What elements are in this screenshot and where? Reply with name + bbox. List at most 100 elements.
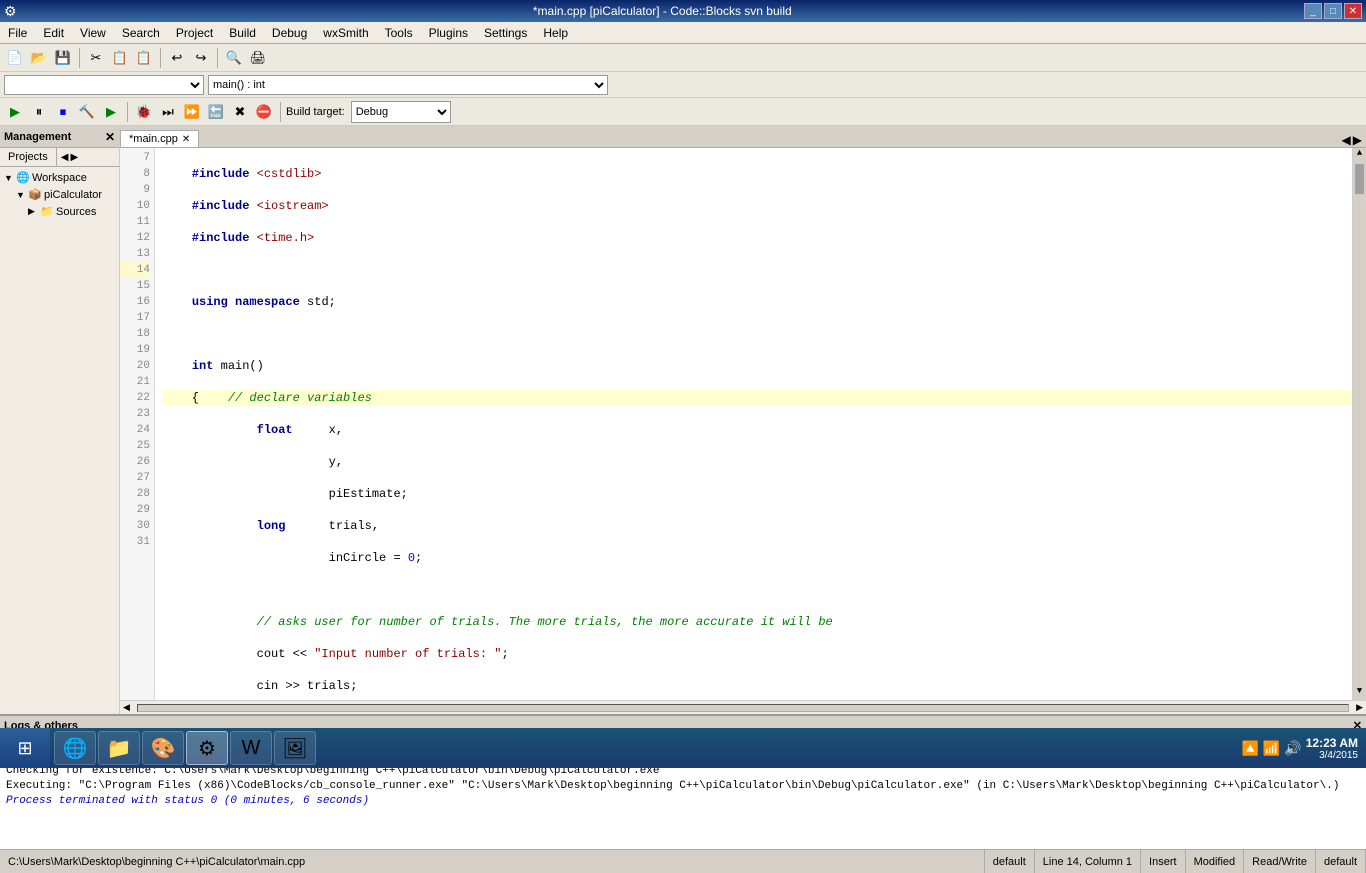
build-target-select[interactable]: Debug xyxy=(351,101,451,123)
scroll-thumb[interactable] xyxy=(1355,164,1364,194)
tab-close-maincpp[interactable]: ✕ xyxy=(182,134,190,145)
editor-tab-maincpp[interactable]: *main.cpp ✕ xyxy=(120,130,199,147)
sep2 xyxy=(160,48,161,68)
taskbar: ⊞ 🌐 📁 🎨 ⚙ W 🖼 🔼 📶 🔊 12:23 AM 3/4/2015 xyxy=(0,728,1366,768)
taskbar-codeblocks[interactable]: ⚙ xyxy=(186,731,228,765)
menu-edit[interactable]: Edit xyxy=(35,24,72,42)
linenum-21: 21 xyxy=(120,374,150,390)
tab-right-arrow[interactable]: ▶ xyxy=(1353,133,1362,147)
start-icon: ⊞ xyxy=(17,738,32,759)
scopebar: main() : int xyxy=(0,72,1366,98)
menu-search[interactable]: Search xyxy=(114,24,168,42)
code-line-15: float x, xyxy=(163,422,1352,438)
tree-expand-workspace: ▼ xyxy=(4,173,16,183)
status-state: Modified xyxy=(1186,850,1245,873)
tab-next-arrow[interactable]: ▶ xyxy=(70,152,78,163)
status-mode: Insert xyxy=(1141,850,1186,873)
sources-icon: 📁 xyxy=(40,205,54,218)
build-button[interactable]: 🔨 xyxy=(76,101,98,123)
scope-left-select[interactable] xyxy=(4,75,204,95)
build-stop-button[interactable]: ⏹ xyxy=(52,101,74,123)
menu-build[interactable]: Build xyxy=(221,24,264,42)
workspace-icon: 🌐 xyxy=(16,171,30,184)
open-button[interactable]: 📂 xyxy=(28,47,50,69)
code-content[interactable]: #include <cstdlib> #include <iostream> #… xyxy=(155,148,1352,700)
code-line-22: cout << "Input number of trials: "; xyxy=(163,646,1352,662)
menu-wxsmith[interactable]: wxSmith xyxy=(315,24,376,42)
hscroll-right-arrow[interactable]: ▶ xyxy=(1353,702,1366,713)
debug-next-button[interactable]: ⏩ xyxy=(181,101,203,123)
scroll-up-arrow[interactable]: ▲ xyxy=(1353,148,1366,162)
clock[interactable]: 12:23 AM 3/4/2015 xyxy=(1306,736,1358,761)
tree-picalculator[interactable]: ▼ 📦 piCalculator xyxy=(0,186,119,203)
save-button[interactable]: 💾 xyxy=(52,47,74,69)
find-button[interactable]: 🔍 xyxy=(223,47,245,69)
debug-finish-button[interactable]: 🔚 xyxy=(205,101,227,123)
tree-workspace-label: Workspace xyxy=(32,172,87,184)
linenum-23: 23 xyxy=(120,406,150,422)
redo-button[interactable]: ↪ xyxy=(190,47,212,69)
vertical-scrollbar[interactable]: ▲ ▼ xyxy=(1352,148,1366,700)
debug-break-button[interactable]: ⛔ xyxy=(253,101,275,123)
tree-sources[interactable]: ▶ 📁 Sources xyxy=(0,203,119,220)
tab-projects[interactable]: Projects xyxy=(0,148,57,166)
taskbar-explorer[interactable]: 📁 xyxy=(98,731,140,765)
undo-button[interactable]: ↩ xyxy=(166,47,188,69)
scroll-track[interactable] xyxy=(1353,162,1366,686)
scroll-down-arrow[interactable]: ▼ xyxy=(1353,686,1366,700)
menu-tools[interactable]: Tools xyxy=(377,24,421,42)
tab-prev-arrow[interactable]: ◀ xyxy=(61,152,69,163)
hscroll-left-arrow[interactable]: ◀ xyxy=(120,702,133,713)
copy-button[interactable]: 📋 xyxy=(109,47,131,69)
taskbar-browser[interactable]: 🌐 xyxy=(54,731,96,765)
menu-view[interactable]: View xyxy=(72,24,114,42)
close-button[interactable]: ✕ xyxy=(1344,3,1362,19)
wifi-icon[interactable]: 📶 xyxy=(1263,740,1280,757)
menubar: File Edit View Search Project Build Debu… xyxy=(0,22,1366,44)
picalc-icon: 📦 xyxy=(28,188,42,201)
taskbar-photos[interactable]: 🖼 xyxy=(274,731,316,765)
debug-stop-button[interactable]: ✖ xyxy=(229,101,251,123)
code-line-12 xyxy=(163,326,1352,342)
start-button[interactable]: ⊞ xyxy=(0,728,50,768)
linenum-24: 24 xyxy=(120,422,150,438)
hscroll-track[interactable] xyxy=(137,704,1349,712)
paste-button[interactable]: 📋 xyxy=(133,47,155,69)
debug-step-button[interactable]: ⏭ xyxy=(157,101,179,123)
menu-file[interactable]: File xyxy=(0,24,35,42)
menu-settings[interactable]: Settings xyxy=(476,24,535,42)
editor-tab-bar: *main.cpp ✕ ◀ ▶ xyxy=(120,126,1366,148)
horizontal-scrollbar[interactable]: ◀ ▶ xyxy=(120,700,1366,714)
run-button[interactable]: ▶ xyxy=(100,101,122,123)
menu-debug[interactable]: Debug xyxy=(264,24,315,42)
maximize-button[interactable]: □ xyxy=(1324,3,1342,19)
tree-workspace[interactable]: ▼ 🌐 Workspace xyxy=(0,169,119,186)
debug-button[interactable]: 🐞 xyxy=(133,101,155,123)
minimize-button[interactable]: _ xyxy=(1304,3,1322,19)
taskbar-word[interactable]: W xyxy=(230,731,272,765)
code-line-11: using namespace std; xyxy=(163,294,1352,310)
scope-right-select[interactable]: main() : int xyxy=(208,75,608,95)
new-button[interactable]: 📄 xyxy=(4,47,26,69)
code-editor[interactable]: 7 8 9 10 11 12 13 14 15 16 17 18 19 20 2… xyxy=(120,148,1366,700)
taskbar-paint[interactable]: 🎨 xyxy=(142,731,184,765)
management-close-button[interactable]: ✕ xyxy=(105,130,115,144)
log-content: Checking for existence: C:\Users\Mark\De… xyxy=(0,760,1366,849)
menu-help[interactable]: Help xyxy=(535,24,576,42)
linenum-19: 19 xyxy=(120,342,150,358)
build-pause-button[interactable]: ⏸ xyxy=(28,101,50,123)
menu-plugins[interactable]: Plugins xyxy=(421,24,476,42)
volume-icon[interactable]: 🔊 xyxy=(1284,740,1301,757)
cut-button[interactable]: ✂ xyxy=(85,47,107,69)
build-run-button[interactable]: ▶ xyxy=(4,101,26,123)
linenum-13: 13 xyxy=(120,246,150,262)
clock-date: 3/4/2015 xyxy=(1306,750,1358,761)
code-line-8: #include <iostream> xyxy=(163,198,1352,214)
linenum-31: 31 xyxy=(120,534,150,550)
network-icon[interactable]: 🔼 xyxy=(1241,740,1258,757)
linenum-18: 18 xyxy=(120,326,150,342)
tab-left-arrow[interactable]: ◀ xyxy=(1342,133,1351,147)
print-button[interactable]: 🖨 xyxy=(247,47,269,69)
menu-project[interactable]: Project xyxy=(168,24,221,42)
log-line-2: Executing: "C:\Program Files (x86)\CodeB… xyxy=(6,779,1360,794)
